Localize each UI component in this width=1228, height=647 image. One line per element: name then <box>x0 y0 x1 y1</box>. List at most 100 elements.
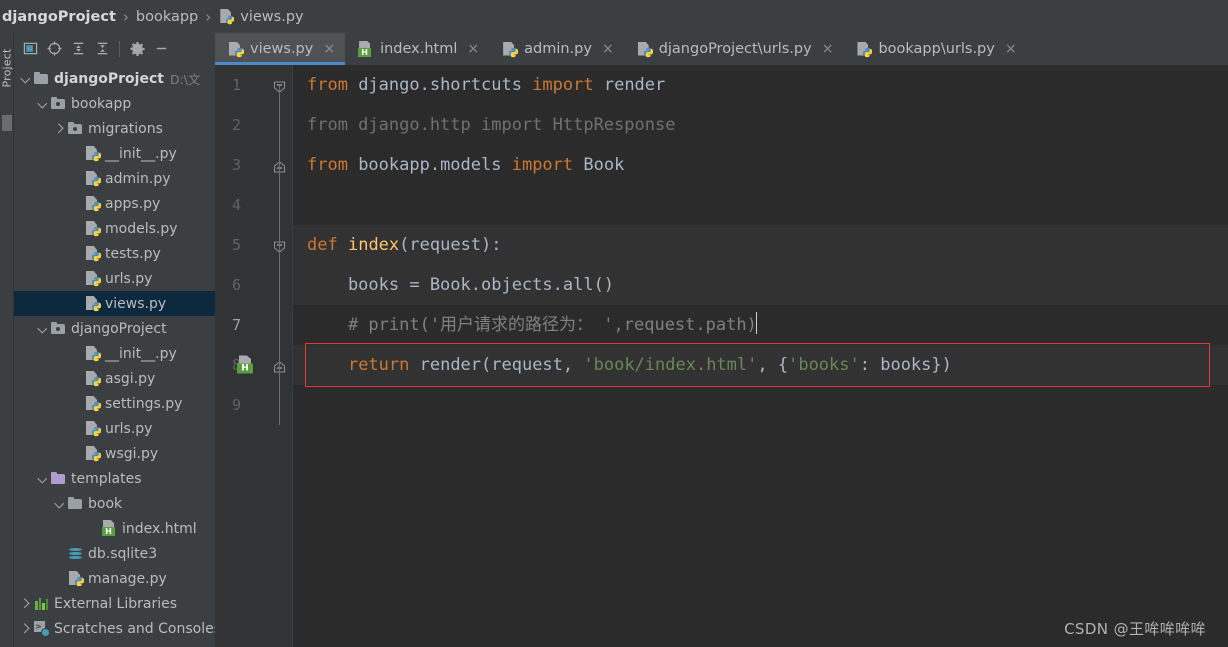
close-icon[interactable]: × <box>1005 42 1017 56</box>
tree-item-manage-py[interactable]: manage.py <box>14 566 215 591</box>
gutter-line[interactable]: 5 <box>215 225 293 265</box>
tree-item-scratches-and-consoles[interactable]: > Scratches and Consoles <box>14 616 215 641</box>
editor-tab-djangoproject-urls-py[interactable]: djangoProject\urls.py × <box>624 33 844 65</box>
chevron-down-icon[interactable] <box>37 322 50 335</box>
tree-item-admin-py[interactable]: admin.py <box>14 166 215 191</box>
editor-tab-label: bookapp\urls.py <box>878 41 995 57</box>
gutter-line[interactable]: 1 <box>215 65 293 105</box>
code-line-7[interactable]: # print('用户请求的路径为： ',request.path) <box>293 305 1228 345</box>
close-icon[interactable]: × <box>602 42 614 56</box>
code-editor[interactable]: 1 2 3 4 5 6 7 8H 9 from django.shortcuts import … <box>215 65 1228 647</box>
hide-panel-icon[interactable] <box>149 37 173 61</box>
editor-gutter[interactable]: 1 2 3 4 5 6 7 8H 9 <box>215 65 293 647</box>
code-line-9[interactable] <box>293 385 1228 425</box>
code-token: def <box>307 235 338 255</box>
breadcrumb-item-project[interactable]: djangoProject <box>2 9 116 25</box>
tree-item-label: templates <box>71 470 142 487</box>
close-icon[interactable]: × <box>323 42 335 56</box>
gutter-line[interactable]: 2 <box>215 105 293 145</box>
gutter-line[interactable]: 3 <box>215 145 293 185</box>
gutter-line[interactable]: 8H <box>215 345 293 385</box>
project-tree[interactable]: djangoProject D:\文 bookapp migrations __init… <box>14 64 215 647</box>
tree-item-djangoproject[interactable]: djangoProject <box>14 316 215 341</box>
chevron-down-icon[interactable] <box>37 472 50 485</box>
tree-item-asgi-py[interactable]: asgi.py <box>14 366 215 391</box>
project-tool-window-tab[interactable]: Project <box>1 36 14 87</box>
tree-item-settings-py[interactable]: settings.py <box>14 391 215 416</box>
tree-item--init-py[interactable]: __init__.py <box>14 341 215 366</box>
python-file-icon <box>84 395 102 412</box>
chevron-down-icon[interactable] <box>20 72 33 85</box>
chevron-down-icon[interactable] <box>37 97 50 110</box>
chevron-right-icon[interactable] <box>20 622 33 635</box>
code-line-8[interactable]: return render(request, 'book/index.html'… <box>293 343 1228 387</box>
tree-item-db-sqlite3[interactable]: db.sqlite3 <box>14 541 215 566</box>
tree-item-urls-py[interactable]: urls.py <box>14 266 215 291</box>
tree-item-bookapp[interactable]: bookapp <box>14 91 215 116</box>
chevron-right-icon[interactable] <box>54 122 67 135</box>
tree-item-views-py[interactable]: views.py <box>14 291 215 316</box>
gutter-line[interactable]: 4 <box>215 185 293 225</box>
editor-tab-views-py[interactable]: views.py × <box>215 33 346 65</box>
python-file-icon <box>84 220 102 237</box>
tree-item-external-libraries[interactable]: External Libraries <box>14 591 215 616</box>
code-token: books = Book.objects.all() <box>307 275 615 295</box>
settings-gear-icon[interactable] <box>125 37 149 61</box>
editor-tab-bar[interactable]: views.py × Hindex.html × admin.py × djangoProj… <box>215 33 1228 65</box>
tree-item-urls-py[interactable]: urls.py <box>14 416 215 441</box>
line-number: 3 <box>231 156 241 174</box>
code-token: index <box>347 235 400 255</box>
editor-tab-label: admin.py <box>524 41 592 57</box>
editor-tab-index-html[interactable]: Hindex.html × <box>345 33 489 65</box>
editor-tab-admin-py[interactable]: admin.py × <box>489 33 624 65</box>
close-icon[interactable]: × <box>822 42 834 56</box>
tree-item-label: asgi.py <box>105 370 156 387</box>
tree-item-wsgi-py[interactable]: wsgi.py <box>14 441 215 466</box>
line-number: 5 <box>231 236 241 254</box>
expand-all-icon[interactable] <box>66 37 90 61</box>
editor-area: views.py × Hindex.html × admin.py × djangoProj… <box>215 33 1228 647</box>
breadcrumb-item-file[interactable]: views.py <box>218 8 304 25</box>
tree-item-templates[interactable]: templates <box>14 466 215 491</box>
tree-item-apps-py[interactable]: apps.py <box>14 191 215 216</box>
gutter-line[interactable]: 9 <box>215 385 293 425</box>
tree-item-book[interactable]: book <box>14 491 215 516</box>
code-content[interactable]: from django.shortcuts import render from … <box>293 65 1228 647</box>
tree-item-label: __init__.py <box>105 345 177 362</box>
html-template-gutter-icon[interactable]: H <box>236 355 255 375</box>
code-token: from <box>307 75 348 95</box>
code-line-5[interactable]: def index(request): <box>293 225 1228 284</box>
chevron-down-icon[interactable] <box>54 497 67 510</box>
gutter-line[interactable]: 6 <box>215 265 293 305</box>
code-line-3[interactable]: from bookapp.models import Book <box>293 145 1228 185</box>
editor-tab-bookapp-urls-py[interactable]: bookapp\urls.py × <box>843 33 1026 65</box>
tree-item--init-py[interactable]: __init__.py <box>14 141 215 166</box>
breadcrumb-item-bookapp[interactable]: bookapp <box>136 9 198 25</box>
select-opened-file-icon[interactable] <box>18 37 42 61</box>
code-line-2[interactable]: from django.http import HttpResponse <box>293 105 1228 145</box>
tree-item-tests-py[interactable]: tests.py <box>14 241 215 266</box>
tree-item-models-py[interactable]: models.py <box>14 216 215 241</box>
python-file-icon <box>218 8 235 25</box>
code-line-6[interactable]: books = Book.objects.all() <box>293 265 1228 305</box>
gutter-line[interactable]: 7 <box>215 305 293 345</box>
python-file-icon <box>84 195 102 212</box>
code-token: render <box>593 75 666 95</box>
source-folder-icon <box>50 320 67 337</box>
code-line-4[interactable] <box>293 185 1228 225</box>
tree-item-label: External Libraries <box>54 595 177 612</box>
chevron-right-icon[interactable] <box>20 597 33 610</box>
collapse-all-icon[interactable] <box>90 37 114 61</box>
tree-item-djangoproject[interactable]: djangoProject D:\文 <box>14 66 215 91</box>
tree-item-index-html[interactable]: Hindex.html <box>14 516 215 541</box>
tree-item-label: models.py <box>105 220 178 237</box>
code-line-1[interactable]: from django.shortcuts import render <box>293 65 1228 105</box>
close-icon[interactable]: × <box>467 42 479 56</box>
locate-target-icon[interactable] <box>42 37 66 61</box>
python-file-icon <box>84 295 102 312</box>
tree-item-migrations[interactable]: migrations <box>14 116 215 141</box>
